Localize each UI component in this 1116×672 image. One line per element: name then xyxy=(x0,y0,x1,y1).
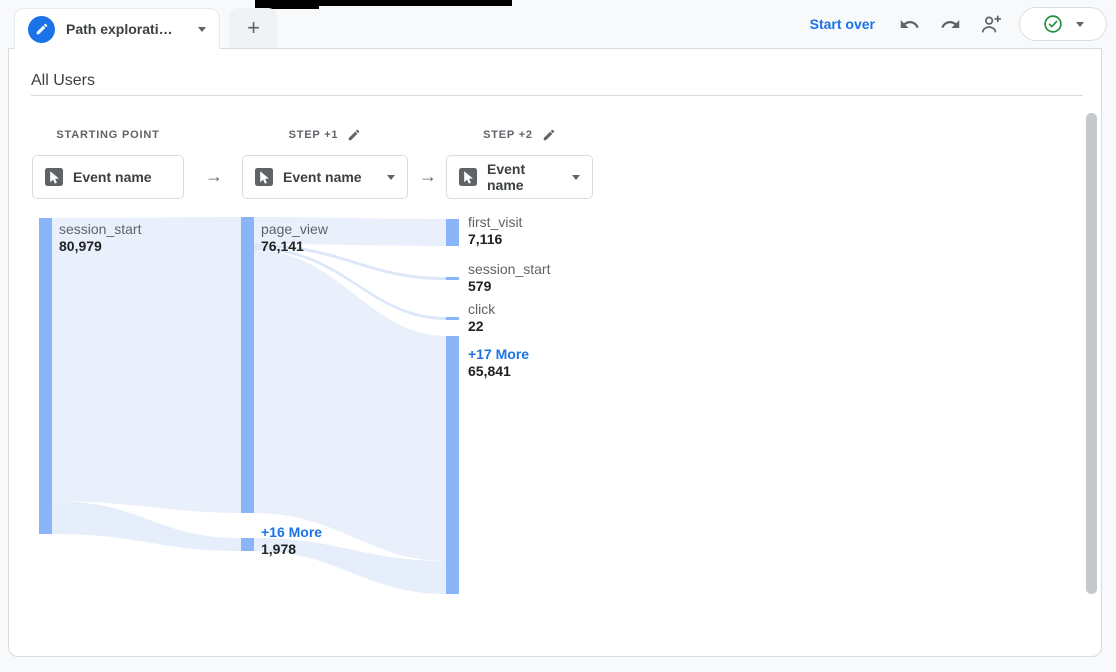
new-tab-button[interactable]: + xyxy=(229,8,278,48)
sankey-link-sessionstart-pageview xyxy=(52,217,241,513)
node-name: session_start xyxy=(468,261,550,278)
plus-icon: + xyxy=(247,15,260,41)
node-value: 22 xyxy=(468,318,495,335)
exploration-canvas: All Users STARTING POINT STEP +1 STEP +2 xyxy=(8,48,1102,657)
redaction-bar xyxy=(319,0,512,6)
pencil-icon xyxy=(35,22,49,36)
expand-17-more-link[interactable]: +17 More xyxy=(468,346,529,363)
edit-badge xyxy=(28,16,55,43)
node-label-click: click 22 xyxy=(468,301,495,335)
sankey-node-session-start[interactable] xyxy=(39,218,52,534)
node-name: page_view xyxy=(261,221,328,238)
expand-16-more-link[interactable]: +16 More xyxy=(261,524,322,541)
path-sankey-chart xyxy=(9,49,709,649)
tab-label: Path explorati… xyxy=(66,21,187,37)
check-circle-icon xyxy=(1042,13,1064,35)
node-name: first_visit xyxy=(468,214,522,231)
sankey-node-page-view[interactable] xyxy=(241,217,254,513)
redo-button[interactable] xyxy=(937,11,963,37)
node-name: click xyxy=(468,301,495,318)
node-value: 1,978 xyxy=(261,541,322,558)
sankey-node-click[interactable] xyxy=(446,317,459,320)
undo-button[interactable] xyxy=(896,11,922,37)
chevron-down-icon xyxy=(198,27,206,32)
node-value: 7,116 xyxy=(468,231,522,248)
sankey-node-16-more[interactable] xyxy=(241,538,254,551)
node-value: 80,979 xyxy=(59,238,141,255)
node-value: 76,141 xyxy=(261,238,328,255)
share-exploration-button[interactable] xyxy=(978,11,1004,37)
node-label-16-more: +16 More 1,978 xyxy=(261,524,322,558)
node-value: 579 xyxy=(468,278,550,295)
start-over-button[interactable]: Start over xyxy=(810,16,875,32)
sankey-node-session-start-2[interactable] xyxy=(446,277,459,280)
undo-icon xyxy=(899,14,920,35)
sankey-node-first-visit[interactable] xyxy=(446,219,459,246)
node-label-session-start-2: session_start 579 xyxy=(468,261,550,295)
node-name: session_start xyxy=(59,221,141,238)
sankey-link-pageview-17more xyxy=(254,250,446,561)
tab-path-exploration[interactable]: Path explorati… xyxy=(14,8,220,49)
person-add-icon xyxy=(980,13,1003,36)
node-label-page-view: page_view 76,141 xyxy=(261,221,328,255)
node-label-first-visit: first_visit 7,116 xyxy=(468,214,522,248)
ga-path-exploration-screen: Path explorati… + Start over xyxy=(0,0,1116,672)
sankey-node-17-more[interactable] xyxy=(446,336,459,594)
node-label-17-more: +17 More 65,841 xyxy=(468,346,529,380)
node-value: 65,841 xyxy=(468,363,529,380)
vertical-scrollbar[interactable] xyxy=(1086,113,1097,594)
status-pill-button[interactable] xyxy=(1019,7,1107,41)
chevron-down-icon xyxy=(1076,22,1084,27)
redo-icon xyxy=(940,14,961,35)
node-label-session-start: session_start 80,979 xyxy=(59,221,141,255)
toolbar: Start over xyxy=(810,0,1107,48)
